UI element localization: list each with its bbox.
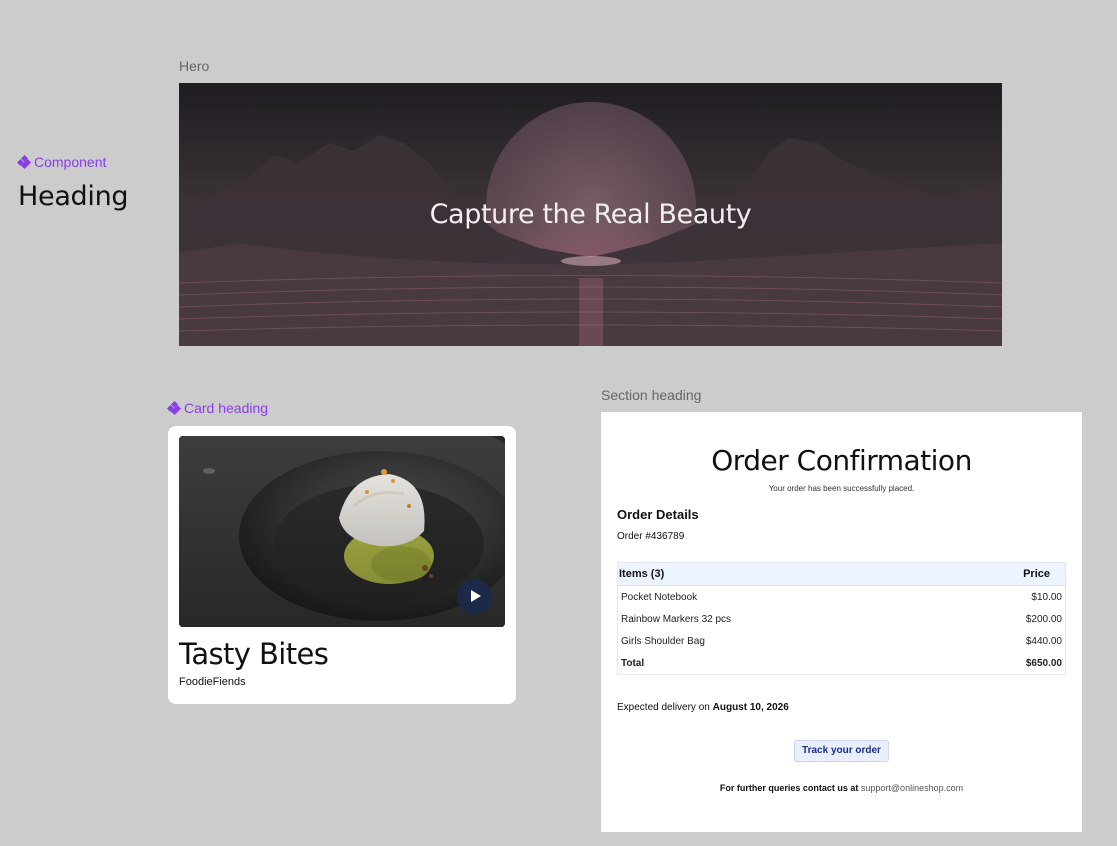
item-price: $440.00 <box>1025 635 1062 647</box>
items-table-header: Items (3) Price <box>618 563 1065 586</box>
component-heading: Heading <box>18 181 129 212</box>
table-row: Girls Shoulder Bag $440.00 <box>618 630 1065 652</box>
item-name: Girls Shoulder Bag <box>621 635 705 647</box>
items-table: Items (3) Price Pocket Notebook $10.00 R… <box>617 562 1066 675</box>
food-card[interactable]: Tasty Bites FoodieFiends <box>168 426 516 704</box>
item-price: $200.00 <box>1025 613 1062 625</box>
component-icon <box>16 154 32 170</box>
section-frame-label: Section heading <box>601 387 702 403</box>
item-name: Pocket Notebook <box>621 591 698 603</box>
contact-prefix: For further queries contact us at <box>719 783 861 793</box>
order-confirmation-section: Order Confirmation Your order has been s… <box>601 412 1082 832</box>
item-price: $10.00 <box>1031 591 1062 603</box>
food-image <box>179 436 505 627</box>
order-confirmation-subtitle: Your order has been successfully placed. <box>768 484 915 493</box>
total-value: $650.00 <box>1025 657 1062 669</box>
total-label: Total <box>621 657 645 669</box>
table-row: Pocket Notebook $10.00 <box>618 586 1065 608</box>
item-name: Rainbow Markers 32 pcs <box>621 613 732 625</box>
table-row: Rainbow Markers 32 pcs $200.00 <box>618 608 1065 630</box>
card-subtitle: FoodieFiends <box>179 676 246 688</box>
hero-frame-label: Hero <box>179 58 210 74</box>
contact-email-link[interactable]: support@onlineshop.com <box>861 783 963 793</box>
card-heading-tag: Card heading <box>166 400 269 416</box>
component-tag: Component <box>16 154 107 170</box>
contact-info: For further queries contact us at suppor… <box>601 783 1082 793</box>
delivery-date: August 10, 2026 <box>712 702 789 713</box>
track-order-button[interactable]: Track your order <box>794 740 889 762</box>
play-icon[interactable] <box>457 579 492 614</box>
hero-title: Capture the Real Beauty <box>429 199 752 230</box>
dish-illustration <box>179 436 505 627</box>
order-confirmation-title: Order Confirmation <box>711 444 972 477</box>
table-total-row: Total $650.00 <box>618 652 1065 674</box>
delivery-info: Expected delivery on August 10, 2026 <box>617 702 789 713</box>
component-icon <box>166 400 182 416</box>
order-details-title: Order Details <box>617 507 699 522</box>
card-heading-tag-label: Card heading <box>184 400 269 416</box>
order-number: Order #436789 <box>617 531 685 542</box>
delivery-prefix: Expected delivery on <box>617 702 713 713</box>
items-column-header: Items (3) <box>619 568 665 580</box>
price-column-header: Price <box>1023 568 1050 580</box>
card-title: Tasty Bites <box>179 637 329 671</box>
hero-banner: Capture the Real Beauty <box>179 83 1002 346</box>
component-tag-label: Component <box>34 154 107 170</box>
